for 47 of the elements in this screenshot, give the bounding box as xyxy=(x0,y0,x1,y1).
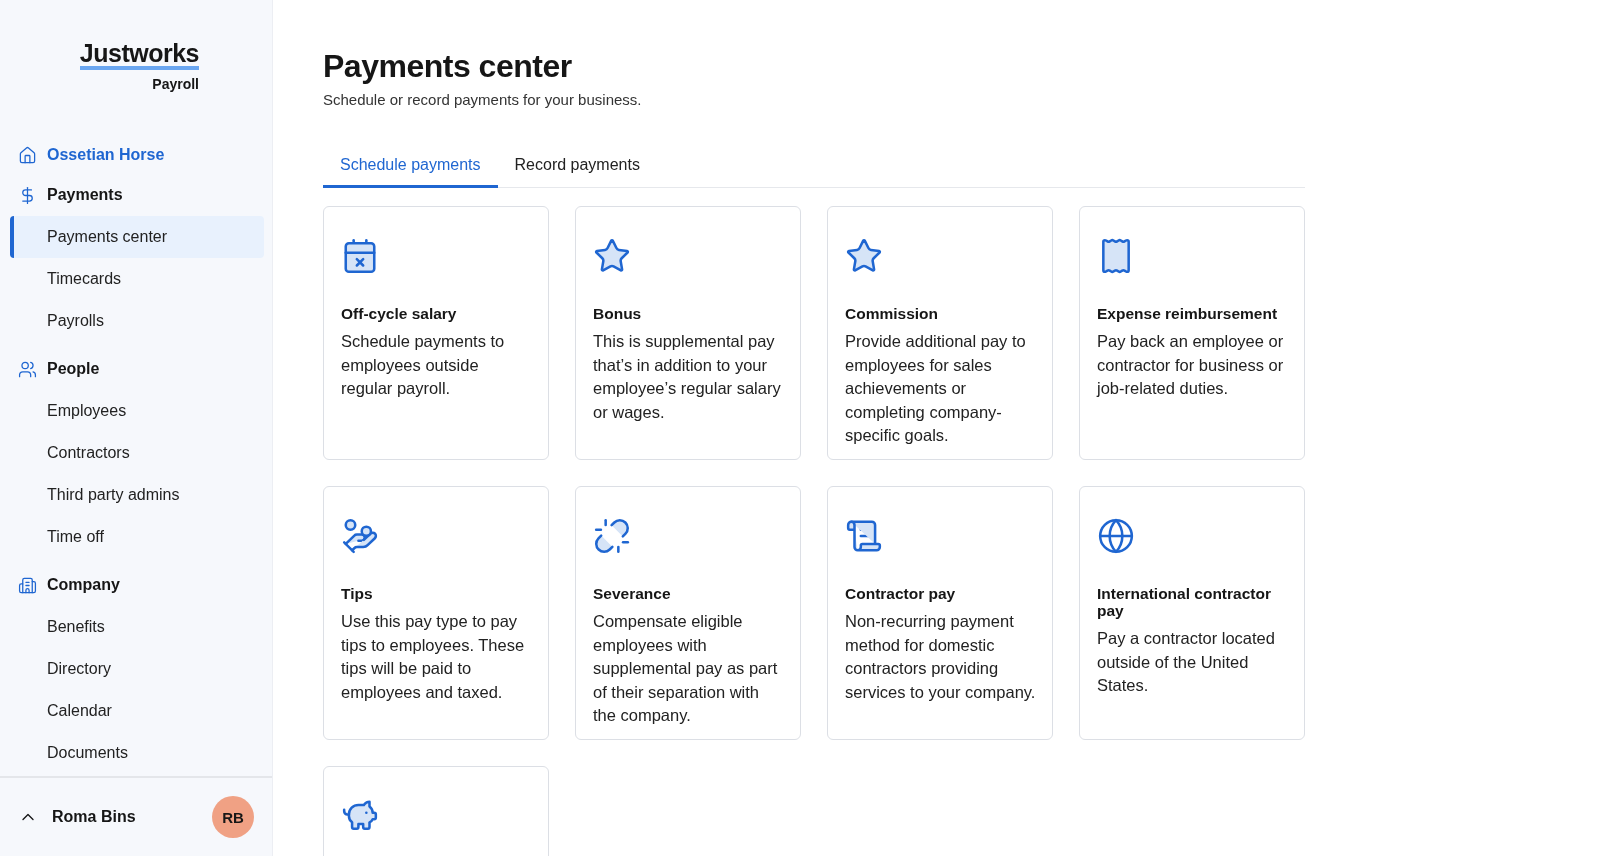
card-title: Off-cycle salary xyxy=(341,305,458,322)
card-description: Provide additional pay to employees for sales achievements or completing company-specific goals. xyxy=(845,331,1027,446)
section-heading: People xyxy=(47,360,100,378)
payment-type-card[interactable]: International contractor pay Pay a contractor located outside of the United States. xyxy=(1079,486,1305,740)
sidebar-item[interactable]: Documents xyxy=(10,732,264,774)
sidebar-item[interactable]: Directory xyxy=(10,648,264,690)
payment-type-card[interactable]: Contractor pay Non-recurring payment method for domestic contractors providing services to your company. xyxy=(827,486,1053,740)
payment-type-card[interactable]: Off-cycle salary Schedule payments to employees outside regular payroll. xyxy=(323,206,549,460)
sidebar-item[interactable]: Payrolls xyxy=(10,300,264,342)
card-description: Pay a contractor located outside of the United States. xyxy=(1097,628,1276,696)
sidebar-item[interactable]: Benefits xyxy=(10,606,264,648)
user-name[interactable]: Roma Bins xyxy=(52,808,198,826)
card-title: International contractor pay xyxy=(1097,585,1272,619)
card-title: Bonus xyxy=(593,305,643,322)
card-description: Pay back an employee or contractor for business or job-related duties. xyxy=(1097,331,1285,399)
tab[interactable]: Schedule payments xyxy=(323,144,498,188)
card-description: Compensate eligible employees with supplemental pay as part of their separation with the company. xyxy=(593,611,779,726)
tab[interactable]: Record payments xyxy=(497,144,657,188)
card-title: Commission xyxy=(845,305,939,322)
section-heading: Company xyxy=(47,576,120,594)
card-description: Non-recurring payment method for domestic contractors providing services to your company. xyxy=(845,611,1036,703)
card-description: This is supplemental pay that’s in addition to your employee’s regular salary or wages. xyxy=(593,331,782,423)
payment-type-card[interactable]: Expense reimbursement Pay back an employee or contractor for business or job-related duties. xyxy=(1079,206,1305,460)
payment-type-card[interactable]: Bonus This is supplemental pay that’s in addition to your employee’s regular salary or wages. xyxy=(575,206,801,460)
payment-type-card[interactable]: Commission Provide additional pay to employees for sales achievements or completing company-specific goals. xyxy=(827,206,1053,460)
payment-type-card[interactable]: Severance Compensate eligible employees with supplemental pay as part of their separation with the company. xyxy=(575,486,801,740)
sidebar-item[interactable]: Time off xyxy=(10,516,264,558)
card-title: Contractor pay xyxy=(845,585,957,602)
logo[interactable]: Justworks xyxy=(79,40,199,70)
page-title: Payments center xyxy=(323,48,573,85)
sidebar-item[interactable]: Third party admins xyxy=(10,474,264,516)
card-title: Severance xyxy=(593,585,672,602)
user-avatar[interactable]: RB xyxy=(212,796,254,838)
sidebar-item[interactable]: Timecards xyxy=(10,258,264,300)
company-link[interactable]: Ossetian Horse xyxy=(47,146,165,164)
card-description: Use this pay type to pay tips to employees. These tips will be paid to employees and taxed. xyxy=(341,611,526,703)
sidebar-item[interactable]: Contractors xyxy=(10,432,264,474)
product-name: Payroll xyxy=(152,76,199,92)
sidebar-item[interactable]: Employees xyxy=(10,390,264,432)
page-subtitle: Schedule or record payments for your business. xyxy=(323,91,643,108)
card-title: Expense reimbursement xyxy=(1097,305,1279,322)
card-title: Tips xyxy=(341,585,374,602)
sidebar-item[interactable]: Payments center xyxy=(10,216,264,258)
card-description: Schedule payments to employees outside regular payroll. xyxy=(341,331,506,399)
payment-type-card[interactable]: Tips Use this pay type to pay tips to employees. These tips will be paid to employees and taxed. xyxy=(323,486,549,740)
sidebar-item[interactable]: Calendar xyxy=(10,690,264,732)
section-heading: Payments xyxy=(47,186,123,204)
